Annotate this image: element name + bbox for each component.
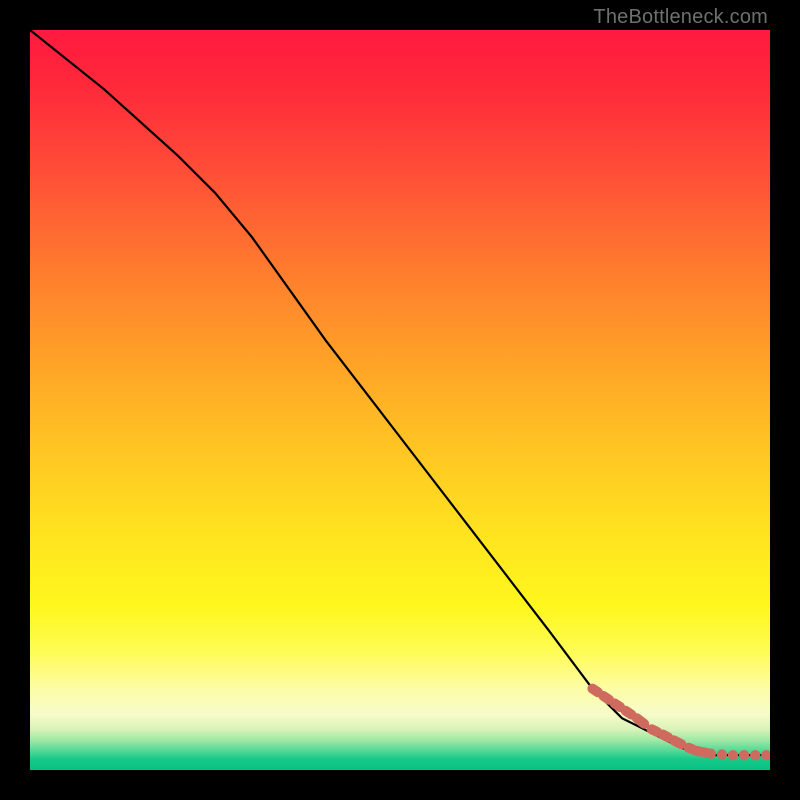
- marker-dot: [739, 750, 749, 760]
- chart-frame: TheBottleneck.com: [0, 0, 800, 800]
- plot-area: [30, 30, 770, 770]
- marker-dot: [717, 749, 727, 759]
- bottleneck-curve: [30, 30, 770, 755]
- curve-group: [30, 30, 770, 755]
- marker-dot: [761, 750, 770, 760]
- marker-dash: [615, 703, 621, 707]
- marker-dash: [663, 735, 669, 738]
- marker-dot: [706, 749, 716, 759]
- marker-dot: [728, 750, 738, 760]
- marker-dash: [604, 696, 610, 700]
- chart-svg: [30, 30, 770, 770]
- markers-group: [592, 689, 770, 761]
- marker-dot: [750, 750, 760, 760]
- marker-dash: [637, 718, 644, 724]
- marker-dash: [652, 729, 658, 732]
- marker-dash: [592, 689, 598, 693]
- marker-dash: [626, 711, 632, 715]
- watermark-text: TheBottleneck.com: [593, 6, 768, 29]
- marker-dash: [674, 740, 681, 744]
